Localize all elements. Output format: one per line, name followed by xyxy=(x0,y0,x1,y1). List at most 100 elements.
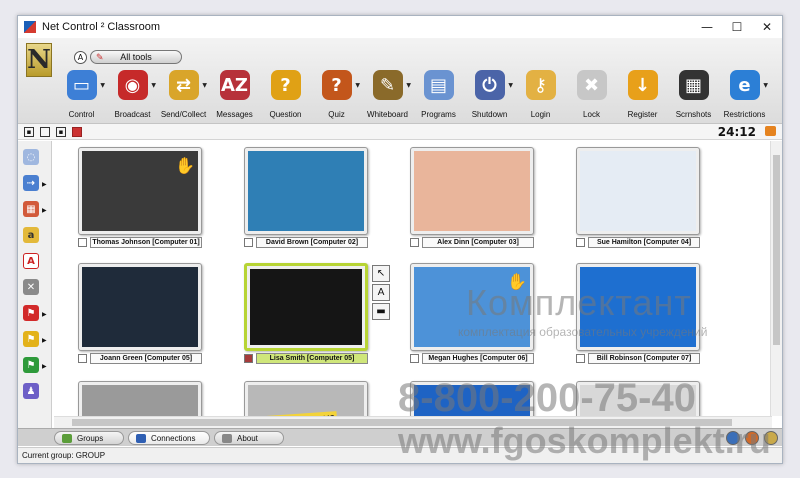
chevron-down-icon[interactable]: ▼ xyxy=(763,82,768,89)
green-flag-icon[interactable]: ⚑ xyxy=(23,357,39,373)
users-icon[interactable]: ♟ xyxy=(23,383,39,399)
pointer-tool-icon[interactable]: ↖ xyxy=(372,265,390,282)
tool-shutdown[interactable]: ⏻ Shutdown ▼ xyxy=(464,70,515,120)
tool-broadcast[interactable]: ◉ Broadcast ▼ xyxy=(107,70,158,120)
tool-question[interactable]: ? Question xyxy=(260,70,311,120)
remote-screen xyxy=(82,385,198,416)
groups-icon xyxy=(62,434,72,443)
tab-connections[interactable]: Connections xyxy=(128,431,210,445)
text-input-icon[interactable]: A xyxy=(23,253,39,269)
tab-about[interactable]: About xyxy=(214,431,284,445)
computer-thumbnail[interactable]: ✋ xyxy=(78,147,202,235)
select-checkbox[interactable] xyxy=(576,354,585,363)
tool-label: Register xyxy=(627,110,658,119)
tools-icon[interactable]: ✕ xyxy=(23,279,39,295)
film-icon: ▦ xyxy=(678,70,709,100)
chevron-down-icon[interactable]: ▼ xyxy=(100,82,105,89)
raised-hand-icon: ✋ xyxy=(175,156,195,175)
tool-whiteboard[interactable]: ✎ Whiteboard ▼ xyxy=(362,70,413,120)
chevron-down-icon[interactable]: ▼ xyxy=(355,82,360,89)
tool-scrnshots[interactable]: ▦ Scrnshots xyxy=(668,70,719,120)
tool-send-collect[interactable]: ⇄ Send/Collect ▼ xyxy=(158,70,209,120)
watermark-url: www.fgoskomplekt.ru xyxy=(398,420,771,461)
watermark-phone: 8-800-200-75-40 xyxy=(398,376,696,420)
red-flag-icon[interactable]: ⚑ xyxy=(23,305,39,321)
view-small-icon[interactable]: ▪ xyxy=(24,127,34,137)
all-tools-label: All tools xyxy=(120,52,152,62)
tool-programs[interactable]: ▤ Programs xyxy=(413,70,464,120)
chevron-right-icon[interactable]: ▶ xyxy=(42,181,47,188)
send-file-icon[interactable]: ⇢ xyxy=(23,175,39,191)
messages-icon: AZ xyxy=(219,70,250,100)
computer-thumbnail[interactable] xyxy=(78,381,202,416)
all-tools-toggle[interactable]: A xyxy=(74,51,87,64)
tool-messages[interactable]: AZ Messages xyxy=(209,70,260,120)
select-checkbox[interactable] xyxy=(410,354,419,363)
tool-label: Quiz xyxy=(328,110,345,119)
close-button[interactable]: ✕ xyxy=(752,16,782,38)
computer-thumbnail[interactable] xyxy=(410,147,534,235)
tool-lock[interactable]: ✖ Lock xyxy=(566,70,617,120)
tool-label: Scrnshots xyxy=(675,110,712,119)
key-icon: ⚷ xyxy=(525,70,556,100)
select-checkbox[interactable] xyxy=(244,238,253,247)
ab-lock-icon[interactable]: a xyxy=(23,227,39,243)
computer-label: Thomas Johnson [Computer 01] xyxy=(90,237,202,248)
watermark-brand: Комплектант xyxy=(466,282,692,323)
vertical-scrollbar[interactable] xyxy=(770,141,782,416)
chevron-right-icon[interactable]: ▶ xyxy=(42,207,47,214)
computer-thumbnail[interactable] xyxy=(576,147,700,235)
select-checkbox[interactable] xyxy=(576,238,585,247)
computer-thumbnail[interactable] xyxy=(78,263,202,351)
computer-thumbnail[interactable] xyxy=(244,263,368,351)
view-list-icon[interactable]: ▪ xyxy=(56,127,66,137)
shutdown-icon: ⏻ xyxy=(474,70,505,100)
remote-screen xyxy=(414,151,530,231)
minimize-button[interactable]: — xyxy=(692,16,722,38)
computer-thumbnail[interactable]: ARE YOU READY? xyxy=(244,381,368,416)
computer-thumbnail[interactable] xyxy=(244,147,368,235)
chevron-down-icon[interactable]: ▼ xyxy=(202,82,207,89)
computer-label: Alex Dinn [Computer 03] xyxy=(422,237,534,248)
select-checkbox[interactable] xyxy=(78,354,87,363)
select-checkbox[interactable] xyxy=(78,238,87,247)
computer-label: Bill Robinson [Computer 07] xyxy=(588,353,700,364)
tool-label: Shutdown xyxy=(471,110,508,119)
all-tools-button[interactable]: ✎ All tools xyxy=(90,50,182,64)
tool-label: Broadcast xyxy=(114,110,151,119)
tool-login[interactable]: ⚷ Login xyxy=(515,70,566,120)
select-checkbox[interactable] xyxy=(410,238,419,247)
yellow-flag-icon[interactable]: ⚑ xyxy=(23,331,39,347)
tool-quiz[interactable]: ? Quiz ▼ xyxy=(311,70,362,120)
chevron-right-icon[interactable]: ▶ xyxy=(42,363,47,370)
annotate-text-icon[interactable]: A xyxy=(372,284,390,301)
chevron-down-icon[interactable]: ▼ xyxy=(508,82,513,89)
screen-view-icon[interactable]: ▬ xyxy=(372,303,390,320)
sub-toolbar: ▪ ▪ 24:12 xyxy=(18,124,782,140)
tab-groups-label: Groups xyxy=(77,433,104,443)
remote-screen xyxy=(82,267,198,347)
tool-restrictions[interactable]: e Restrictions ▼ xyxy=(719,70,770,120)
tab-connections-label: Connections xyxy=(151,433,196,443)
view-large-icon[interactable] xyxy=(40,127,50,137)
select-checkbox[interactable] xyxy=(244,354,253,363)
globe-icon[interactable]: ◌ xyxy=(23,149,39,165)
chevron-down-icon[interactable]: ▼ xyxy=(406,82,411,89)
ie-restrictions-icon: e xyxy=(729,70,760,100)
tool-buttons: ▭ Control ▼ ◉ Broadcast ▼ ⇄ Send/Collect ▼ AZ Mess… xyxy=(56,70,770,120)
layout-icon[interactable]: ▦ xyxy=(23,201,39,217)
briefcase-icon[interactable] xyxy=(765,126,776,136)
tool-control[interactable]: ▭ Control ▼ xyxy=(56,70,107,120)
computer-label: Lisa Smith [Computer 05] xyxy=(256,353,368,364)
tab-groups[interactable]: Groups xyxy=(54,431,124,445)
chevron-down-icon[interactable]: ▼ xyxy=(151,82,156,89)
wrench-icon: ✎ xyxy=(96,52,104,62)
chevron-right-icon[interactable]: ▶ xyxy=(42,311,47,318)
tool-register[interactable]: ↓ Register xyxy=(617,70,668,120)
register-icon: ↓ xyxy=(627,70,658,100)
record-icon[interactable] xyxy=(72,127,82,137)
connections-icon xyxy=(136,434,146,443)
maximize-button[interactable]: ☐ xyxy=(722,16,752,38)
about-icon xyxy=(222,434,232,443)
chevron-right-icon[interactable]: ▶ xyxy=(42,337,47,344)
